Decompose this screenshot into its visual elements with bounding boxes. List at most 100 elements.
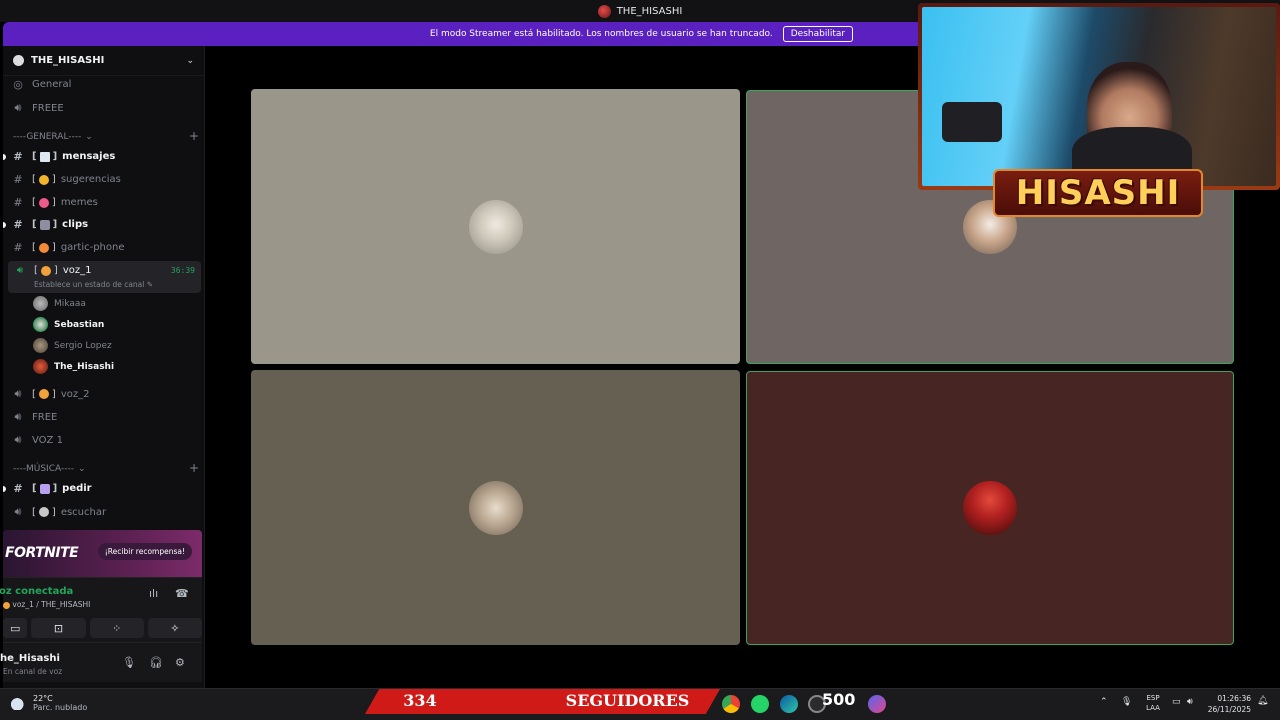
channel-memes[interactable]: # [ ] memes	[11, 196, 201, 209]
hand-emoji-icon	[40, 265, 51, 276]
system-clock[interactable]: 01:26:36 26/11/2025	[1203, 693, 1251, 715]
voice-connected-label: oz conectada	[0, 586, 74, 597]
activities-button[interactable]: ⁘	[89, 618, 144, 638]
voice-member[interactable]: Mikaaa	[33, 296, 86, 311]
camera-icon: ▭	[9, 621, 21, 635]
hand-emoji-icon	[3, 601, 10, 609]
language-indicator[interactable]: ESP LAA	[1141, 693, 1165, 713]
avatar	[33, 338, 48, 353]
avatar	[468, 480, 523, 535]
server-icon	[13, 55, 24, 66]
unread-indicator	[3, 153, 6, 160]
channel-clips[interactable]: # [ ] clips	[3, 218, 201, 231]
channel-sidebar: THE_HISASHI ⌄ ◎ General 🔊︎ FREEE ----GEN…	[0, 46, 205, 688]
microphone-tray-icon[interactable]: 🎙︎	[1121, 697, 1132, 707]
server-guide-icon: ◎	[13, 78, 23, 91]
speaker-icon: 🔊︎	[14, 505, 22, 518]
speaker-icon: 🔊︎	[14, 410, 22, 423]
username[interactable]: he_Hisashi	[0, 653, 60, 664]
webcam-overlay: HISASHI	[918, 3, 1280, 217]
tray-chevron-up-icon[interactable]: ⌃	[1100, 697, 1108, 707]
temperature: 22°C	[33, 694, 53, 703]
app-icon[interactable]	[868, 695, 886, 713]
video-tile-1[interactable]	[251, 89, 740, 364]
window-title: THE_HISASHI	[616, 5, 683, 17]
video-tile-4[interactable]	[746, 371, 1234, 645]
channel-pedir[interactable]: # [ ] pedir	[3, 482, 201, 495]
voice-member[interactable]: The_Hisashi	[33, 359, 114, 374]
channel-gartic-phone[interactable]: # [ ] gartic-phone	[11, 241, 201, 254]
gear-icon[interactable]: ⚙	[175, 656, 185, 669]
soundboard-icon: ✧	[170, 621, 180, 635]
channel-voz-1-alt[interactable]: 🔊︎ VOZ 1	[11, 433, 201, 447]
notification-bell-icon[interactable]: 🔔︎	[1257, 696, 1268, 706]
channel-label: VOZ 1	[32, 434, 63, 446]
add-channel-icon[interactable]: +	[189, 462, 199, 474]
user-status: En canal de voz	[3, 667, 63, 676]
channel-label: gartic-phone	[60, 242, 125, 253]
partly-cloudy-icon	[7, 693, 28, 710]
channel-general[interactable]: ◎ General	[11, 78, 201, 91]
chrome-icon[interactable]	[722, 695, 740, 713]
voice-location[interactable]: voz_1 / THE_HISASHI	[3, 600, 90, 609]
edge-icon[interactable]	[780, 695, 798, 713]
disconnect-icon[interactable]: ☎	[175, 587, 189, 600]
speaker-icon: 🔊︎	[14, 387, 22, 400]
followers-label: SEGUIDORES	[565, 691, 690, 710]
headphones-icon[interactable]: 🎧︎	[149, 656, 163, 669]
channel-escuchar[interactable]: 🔊︎ [ ] escuchar	[11, 505, 201, 519]
unread-indicator	[3, 221, 6, 228]
server-header[interactable]: THE_HISASHI ⌄	[3, 46, 204, 76]
channel-voz-2[interactable]: 🔊︎ [ ] voz_2	[11, 387, 201, 401]
book-emoji-icon	[39, 151, 50, 162]
headphones-emoji-icon	[38, 507, 49, 517]
channel-label: FREEE	[32, 102, 64, 114]
add-channel-icon[interactable]: +	[189, 130, 199, 142]
text-channel-icon: #	[13, 482, 23, 495]
channel-free[interactable]: 🔊︎ FREE	[11, 410, 201, 424]
category-music[interactable]: ----MÚSICA---- ⌄ +	[13, 462, 199, 474]
disable-streamer-mode-button[interactable]: Deshabilitar	[782, 26, 854, 42]
channel-freee[interactable]: 🔊︎ FREEE	[11, 101, 201, 115]
channel-label: clips	[62, 219, 89, 230]
voice-member[interactable]: Sebastian	[33, 317, 104, 332]
laughing-emoji-icon	[38, 197, 49, 208]
soundboard-button[interactable]: ✧	[147, 618, 202, 638]
chevron-down-icon: ⌄	[77, 464, 86, 474]
video-tile-3[interactable]	[251, 370, 740, 645]
music-note-emoji-icon	[39, 483, 50, 494]
claim-reward-button[interactable]: ¡Recibir recompensa!	[97, 543, 192, 560]
webcam-feed	[922, 7, 1276, 186]
category-general[interactable]: ----GENERAL---- ⌄ +	[13, 130, 199, 142]
followers-count: 334	[403, 691, 437, 710]
surprised-emoji-icon	[38, 242, 49, 253]
text-channel-icon: #	[13, 241, 23, 254]
avatar	[33, 359, 48, 374]
avatar	[33, 296, 48, 311]
screen-share-button[interactable]: ⊡	[31, 618, 86, 638]
channel-status[interactable]: Establece un estado de canal ✎	[34, 280, 153, 289]
channel-mensajes[interactable]: # [ ] mensajes	[3, 150, 201, 163]
text-channel-icon: #	[13, 218, 23, 231]
server-avatar-icon	[597, 4, 611, 18]
voice-connection-panel: oz conectada voz_1 / THE_HISASHI ılı ☎ ▭…	[0, 577, 202, 642]
channel-label: FREE	[32, 411, 58, 423]
channel-sugerencias[interactable]: # [ ] sugerencias	[11, 173, 201, 186]
channel-voz-1-active[interactable]: 🔊︎ [ ] voz_1 36:39 Establece un estado d…	[8, 261, 201, 293]
volume-icon[interactable]: 🔊︎	[1187, 697, 1193, 707]
microphone-icon[interactable]: 🎙︎	[122, 656, 136, 669]
network-icon[interactable]: ▭	[1172, 697, 1181, 707]
camera-emoji-icon	[39, 219, 50, 230]
avatar	[468, 199, 523, 254]
chevron-down-icon: ⌄	[85, 132, 93, 142]
whatsapp-icon[interactable]	[751, 695, 769, 713]
channel-label: General	[32, 79, 72, 90]
noise-suppression-icon[interactable]: ılı	[149, 587, 158, 600]
channel-label: escuchar	[60, 506, 107, 518]
fortnite-promo: FORTNITE ¡Recibir recompensa!	[3, 530, 202, 577]
channel-label: sugerencias	[60, 174, 121, 185]
weather-widget[interactable]: 22°C Parc. nublado	[7, 693, 87, 712]
streamer-name: HISASHI	[1015, 173, 1181, 213]
camera-button[interactable]: ▭	[3, 618, 28, 638]
voice-member[interactable]: Sergio Lopez	[33, 338, 112, 353]
